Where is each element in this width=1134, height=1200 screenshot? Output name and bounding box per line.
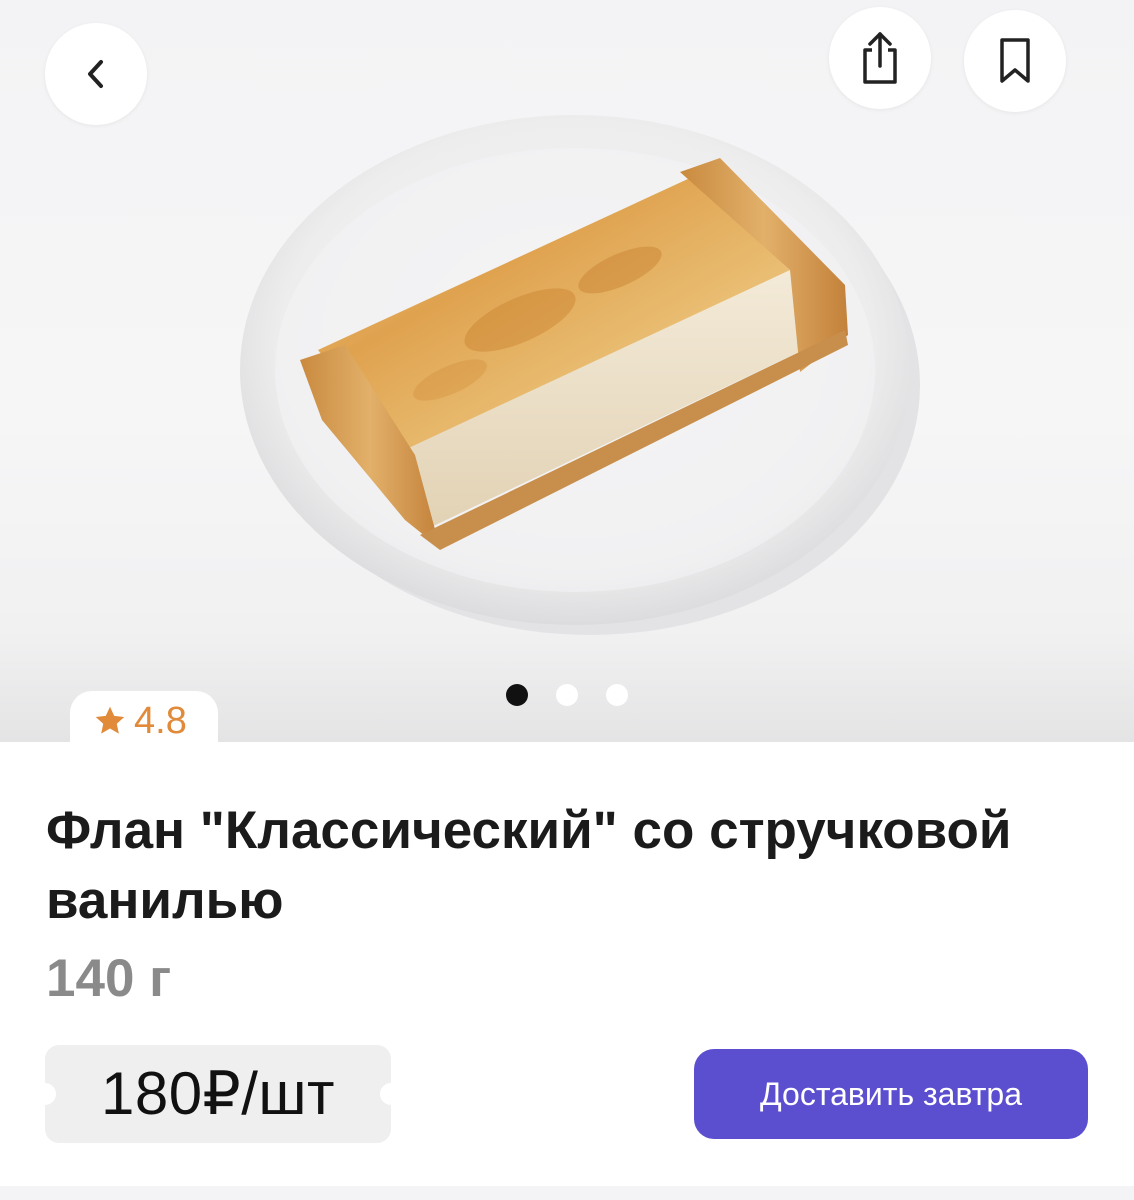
product-title: Флан "Классический" со стручковой ваниль…: [46, 801, 1012, 930]
bookmark-button[interactable]: [964, 10, 1066, 112]
share-button[interactable]: [829, 7, 931, 109]
bookmark-icon: [1000, 38, 1030, 83]
star-icon: [95, 706, 125, 734]
share-icon: [863, 32, 897, 84]
chevron-left-icon: [88, 60, 103, 88]
gallery-dot[interactable]: [556, 684, 578, 706]
bottom-divider: [0, 1186, 1134, 1200]
gallery-dot[interactable]: [506, 684, 528, 706]
deliver-tomorrow-button[interactable]: Доставить завтра: [694, 1049, 1088, 1139]
product-weight: 140 г: [46, 949, 172, 1008]
product-price: 180₽/шт: [100, 1060, 336, 1127]
back-button[interactable]: [45, 23, 147, 125]
rating-badge: 4.8: [70, 691, 218, 751]
price-tag: 180₽/шт: [34, 1045, 402, 1143]
gallery-pagination: [506, 684, 628, 706]
gallery-dot[interactable]: [606, 684, 628, 706]
rating-value: 4.8: [134, 699, 187, 742]
product-image-gallery[interactable]: [0, 0, 1134, 742]
product-photo: [240, 115, 920, 635]
